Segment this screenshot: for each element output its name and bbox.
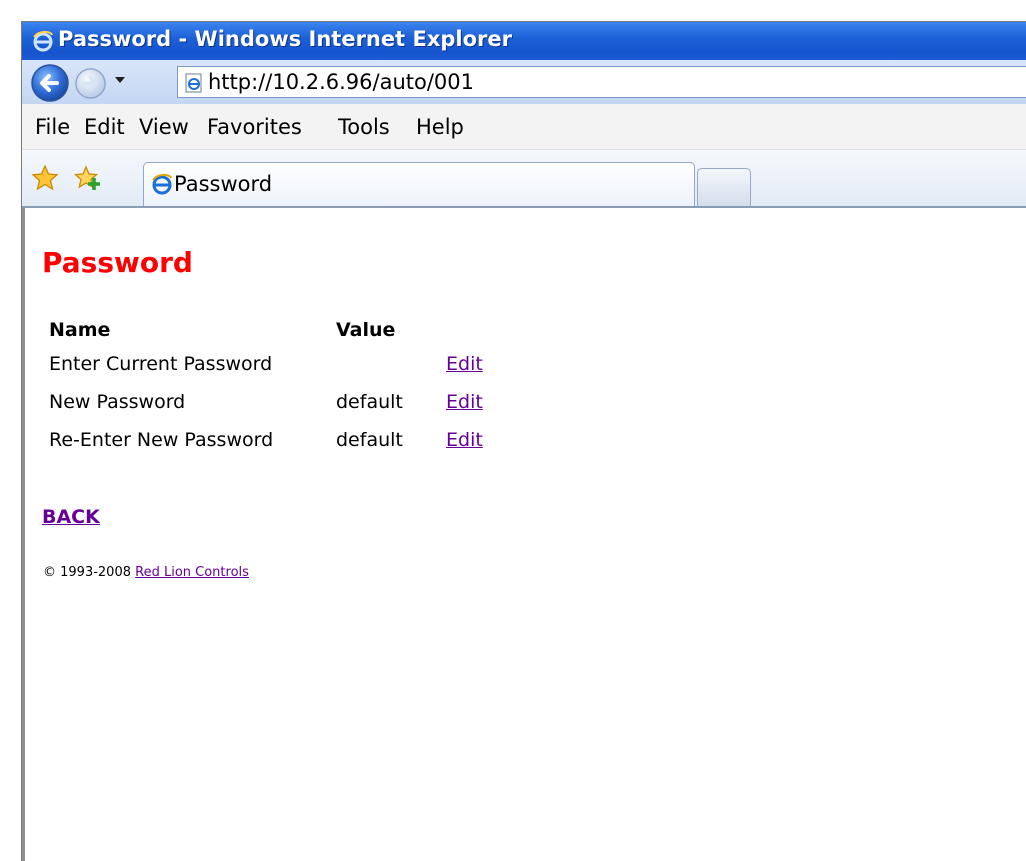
page-content: Password Name Value Enter Current Passwo…	[22, 208, 1026, 861]
menu-bar: File Edit View Favorites Tools Help	[22, 104, 1026, 150]
ie-logo-icon	[152, 173, 172, 195]
favorites-star-icon[interactable]	[31, 164, 59, 192]
menu-help[interactable]: Help	[416, 115, 464, 139]
footer: © 1993-2008 Red Lion Controls	[43, 565, 249, 580]
tab-bar: Password	[22, 150, 1026, 208]
menu-file[interactable]: File	[35, 115, 70, 139]
address-text: http://10.2.6.96/auto/001	[208, 70, 475, 94]
menu-view[interactable]: View	[139, 115, 189, 139]
address-input[interactable]: http://10.2.6.96/auto/001	[177, 66, 1026, 98]
tab-label: Password	[174, 172, 273, 196]
edit-reenter-password-link[interactable]: Edit	[446, 429, 483, 451]
row-name-new-password: New Password	[49, 391, 186, 413]
address-toolbar: http://10.2.6.96/auto/001	[22, 60, 1026, 104]
new-tab-button[interactable]	[697, 168, 751, 206]
row-name-reenter-password: Re-Enter New Password	[49, 429, 274, 451]
menu-edit[interactable]: Edit	[84, 115, 125, 139]
window-title: Password - Windows Internet Explorer	[58, 27, 512, 51]
column-header-name: Name	[49, 319, 111, 341]
row-value-reenter-password: default	[336, 429, 403, 451]
copyright-text: © 1993-2008	[43, 565, 131, 580]
edit-current-password-link[interactable]: Edit	[446, 353, 483, 375]
forward-arrow-icon[interactable]	[74, 67, 107, 100]
add-favorite-icon[interactable]	[74, 164, 102, 192]
title-bar: Password - Windows Internet Explorer	[22, 22, 1026, 60]
company-link[interactable]: Red Lion Controls	[135, 565, 249, 580]
menu-favorites[interactable]: Favorites	[207, 115, 302, 139]
menu-tools[interactable]: Tools	[338, 115, 390, 139]
row-value-new-password: default	[336, 391, 403, 413]
column-header-value: Value	[336, 319, 396, 341]
back-link[interactable]: BACK	[42, 506, 100, 528]
page-title: Password	[42, 246, 193, 279]
back-arrow-icon[interactable]	[30, 63, 70, 103]
ie-page-icon	[185, 73, 202, 93]
ie-logo-icon	[33, 30, 53, 52]
chevron-down-icon[interactable]	[114, 75, 126, 85]
tab-password[interactable]: Password	[143, 162, 695, 206]
browser-window: Password - Windows Internet Explorer htt…	[21, 21, 1026, 861]
row-name-current-password: Enter Current Password	[49, 353, 273, 375]
edit-new-password-link[interactable]: Edit	[446, 391, 483, 413]
